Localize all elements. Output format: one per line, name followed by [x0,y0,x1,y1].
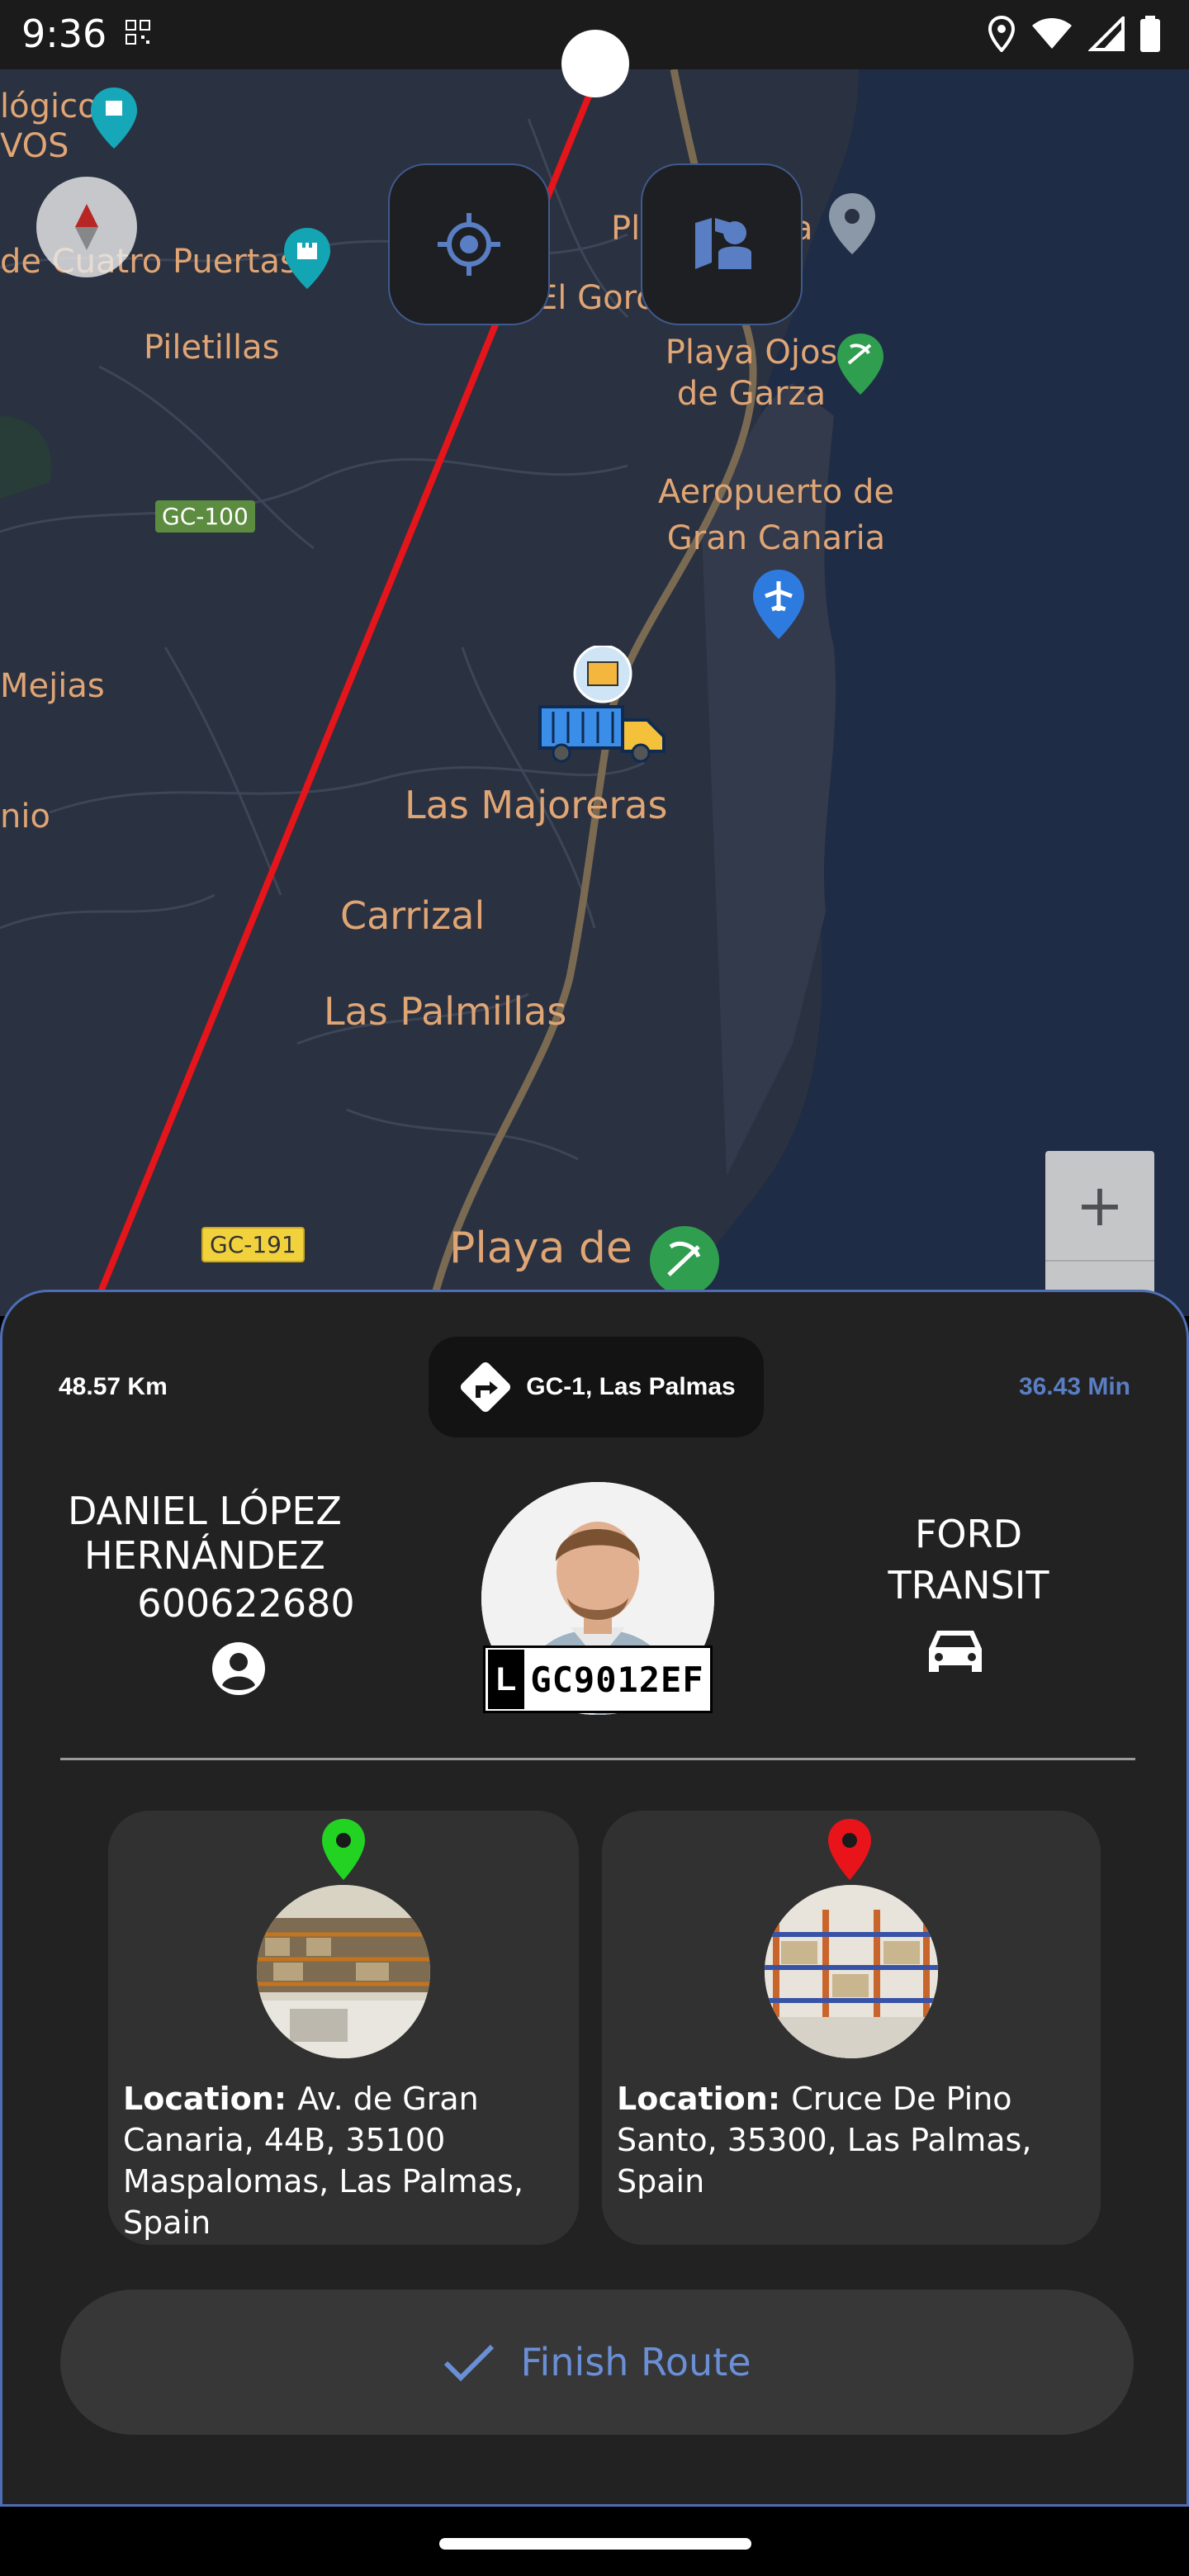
pickup-location-text: Location: Av. de Gran Canaria, 44B, 3510… [123,2078,564,2243]
pickup-warehouse-photo [257,1885,430,2058]
warehouse-image [257,1885,430,2058]
map-label-playa-ojos: Playa Ojos de Garza [665,334,838,413]
place-pin-icon[interactable] [826,192,879,259]
map-label-vos: VOS [0,127,69,165]
compass-needle-icon [75,204,98,250]
dropoff-location-card[interactable]: Location: Cruce De Pino Santo, 35300, La… [602,1811,1101,2245]
route-distance: 48.57 Km [59,1373,168,1400]
pickup-location-label: Location: [123,2081,298,2117]
location-status-icon [988,16,1016,52]
dropoff-warehouse-photo [765,1885,938,2058]
map-label-el-goro: El Goro [537,279,656,317]
dropoff-location-text: Location: Cruce De Pino Santo, 35300, La… [617,2078,1086,2202]
crosshair-icon [438,213,500,276]
wifi-icon [1032,18,1072,49]
home-gesture-handle[interactable] [439,2538,751,2550]
car-icon [929,1631,982,1672]
museum-pin-icon[interactable] [88,86,140,152]
road-badge-gc100: GC-100 [155,500,255,533]
license-plate: L GC9012EF [483,1646,713,1713]
dropoff-location-label: Location: [617,2081,792,2117]
truck-marker-icon[interactable] [537,646,669,769]
vehicle-model: FORD TRANSIT [888,1512,1049,1608]
zoom-in-button[interactable]: + [1045,1151,1154,1260]
current-street-pill: GC-1, Las Palmas [429,1337,764,1437]
map-label-carrizal: Carrizal [340,893,486,938]
status-time: 9:36 [21,12,107,56]
my-location-button[interactable] [388,163,550,325]
signal-icon [1088,17,1125,51]
beach-pin-icon[interactable] [834,332,887,400]
map-label-las-majoreras: Las Majoreras [405,783,668,827]
map-label-las-palmillas: Las Palmillas [324,989,567,1034]
map-view[interactable]: lógico VOS de Cuatro Puertas Pl a El Gor… [0,69,1189,1316]
driver-name: DANIEL LÓPEZ HERNÁNDEZ [68,1489,342,1578]
map-label-pl: Pl [611,210,641,248]
pickup-location-card[interactable]: Location: Av. de Gran Canaria, 44B, 3510… [108,1811,579,2245]
compass-button[interactable] [36,177,137,277]
map-pin-layers-icon [695,218,751,269]
airport-pin-icon[interactable] [750,568,808,644]
person-icon [212,1642,265,1695]
map-label-mejias: Mejias [0,667,105,705]
map-label-piletillas: Piletillas [144,329,280,367]
map-label-nio: nio [0,798,50,836]
dropoff-pin-icon [828,1819,871,1880]
landmark-pin-icon[interactable] [281,226,334,292]
warehouse-image [765,1885,938,2058]
finish-route-button[interactable]: Finish Route [60,2290,1134,2435]
beach-place-icon[interactable] [647,1224,722,1298]
current-street-name: GC-1, Las Palmas [526,1373,736,1400]
finish-route-label: Finish Route [520,2340,751,2384]
turn-direction-icon [461,1361,511,1413]
route-details-sheet: 48.57 Km GC-1, Las Palmas 36.43 Min DANI… [0,1290,1189,2507]
driver-phone[interactable]: 600622680 [102,1581,391,1626]
checkmark-icon [444,2344,495,2382]
map-label-playa-de: Playa de [449,1224,632,1273]
map-label-aeropuerto: Aeropuerto de Gran Canaria [658,473,894,557]
route-duration: 36.43 Min [1018,1373,1130,1400]
map-layers-button[interactable] [641,163,803,325]
section-divider [60,1758,1135,1760]
road-badge-gc191: GC-191 [201,1227,305,1262]
plate-prefix: L [488,1650,524,1709]
pickup-pin-icon [322,1819,365,1880]
qr-notification-icon [126,20,150,45]
battery-icon [1140,16,1160,52]
map-label-logico: lógico [0,88,98,125]
camera-cutout [561,30,629,97]
plate-number: GC9012EF [530,1659,704,1700]
system-nav-bar [0,2507,1189,2576]
